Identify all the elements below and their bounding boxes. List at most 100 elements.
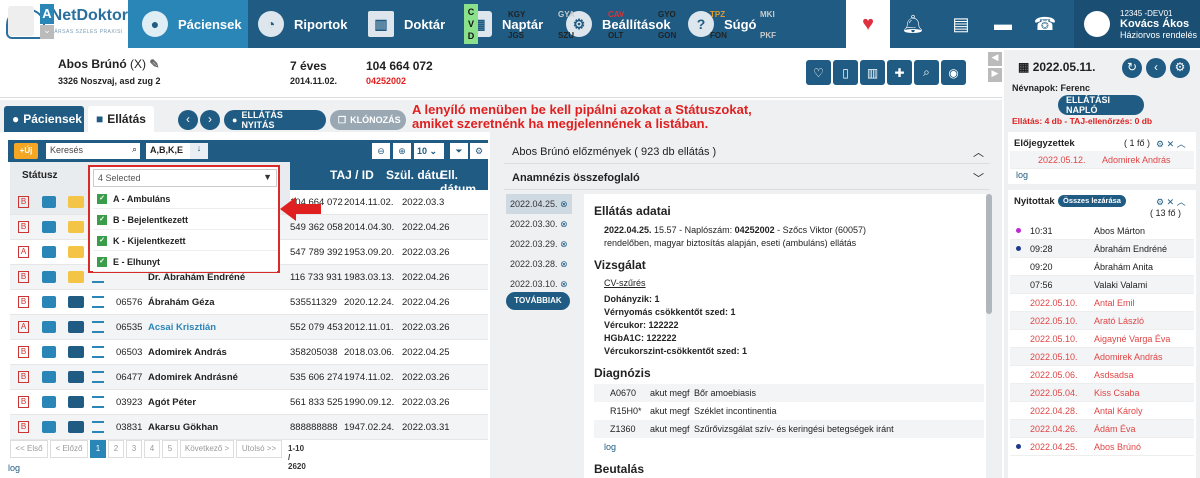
status-option[interactable]: ✓ E - Elhunyt: [93, 252, 277, 272]
folder-icon[interactable]: [68, 271, 84, 283]
print-icon[interactable]: [42, 421, 56, 433]
zoom-out-icon[interactable]: ⊖: [372, 143, 390, 159]
page-button[interactable]: 3: [126, 440, 142, 458]
table-row[interactable]: B 03923 Agót Péter 561 833 525 1990.09.12. 20…: [10, 390, 488, 415]
visit-patient[interactable]: Antal Károly: [1094, 406, 1143, 416]
table-row[interactable]: A 06535 Acsai Krisztián 552 079 453 2012.11.…: [10, 315, 488, 340]
user-menu[interactable]: 12345 -DEV01 Kovács Ákos Háziorvos rendelé…: [1074, 0, 1200, 48]
next-button[interactable]: ›: [200, 110, 220, 130]
heart-monitor-icon[interactable]: ♡: [806, 60, 831, 85]
print-icon[interactable]: [42, 296, 56, 308]
folder-icon[interactable]: [68, 296, 84, 308]
last-page-button[interactable]: Utolsó >>: [236, 440, 282, 458]
open-visit-row[interactable]: 2022.05.10. Arató László: [1010, 312, 1194, 330]
prev-page-button[interactable]: < Előző: [50, 440, 88, 458]
patient-name[interactable]: Akarsu Gökhan: [148, 422, 218, 433]
status-option[interactable]: ✓ K - Kijelentkezett: [93, 231, 277, 251]
document-icon[interactable]: ▯: [833, 60, 858, 85]
visit-patient[interactable]: Ábrahám Anita: [1094, 262, 1153, 272]
folder-icon[interactable]: [68, 421, 84, 433]
medical-icon[interactable]: ✚: [887, 60, 912, 85]
log-link[interactable]: log: [604, 442, 616, 452]
patient-name[interactable]: Ábrahám Géza: [148, 297, 215, 308]
list-icon[interactable]: [92, 371, 104, 383]
search-input[interactable]: Keresés ⌕: [46, 143, 140, 159]
open-visit-row[interactable]: 2022.04.26. Ádám Éva: [1010, 420, 1194, 438]
patient-name[interactable]: Dr. Ábrahám Endréné: [148, 272, 245, 283]
status-filter-field[interactable]: A,B,K,E ↓: [146, 143, 208, 159]
nav-patients[interactable]: ● Páciensek: [128, 0, 248, 48]
folder-icon[interactable]: [68, 321, 84, 333]
anamnesis-header[interactable]: Anamnézis összefoglaló ﹀: [504, 166, 990, 190]
care-date-item[interactable]: 2022.03.28. ⊗: [506, 254, 572, 274]
patient-name[interactable]: Acsai Krisztián: [148, 322, 216, 333]
visit-patient[interactable]: Ádám Éva: [1094, 424, 1136, 434]
bell-icon[interactable]: 🔔︎: [896, 0, 930, 48]
visit-patient[interactable]: Aigayné Varga Éva: [1094, 334, 1170, 344]
open-visit-row[interactable]: 2022.05.04. Kiss Csaba: [1010, 384, 1194, 402]
page-button[interactable]: 1: [90, 440, 106, 458]
gear-icon[interactable]: ⚙ ✕ ︿: [1156, 195, 1186, 208]
patient-name[interactable]: Agót Péter: [148, 397, 196, 408]
log-link[interactable]: log: [8, 463, 20, 473]
print-icon[interactable]: [42, 371, 56, 383]
visit-patient[interactable]: Arató László: [1094, 316, 1144, 326]
print-icon[interactable]: [42, 396, 56, 408]
chevron-down-icon[interactable]: ⌄: [40, 25, 54, 39]
nav-reports[interactable]: ◔ Riportok: [258, 0, 358, 48]
more-button[interactable]: TOVÁBBIAK: [506, 292, 570, 310]
open-visit-row[interactable]: 09:20 Ábrahám Anita: [1010, 258, 1194, 276]
patient-status-letter[interactable]: A: [40, 4, 54, 24]
list-icon[interactable]: [92, 421, 104, 433]
print-icon[interactable]: [42, 321, 56, 333]
print-icon[interactable]: [42, 246, 56, 258]
visit-patient[interactable]: Adomirek András: [1094, 352, 1163, 362]
cv-screening-link[interactable]: CV-szűrés: [604, 278, 646, 288]
open-visit-row[interactable]: 2022.05.10. Aigayné Varga Éva: [1010, 330, 1194, 348]
visit-patient[interactable]: Antal Emil: [1094, 298, 1135, 308]
folder-icon[interactable]: [68, 346, 84, 358]
books-icon[interactable]: ▥: [860, 60, 885, 85]
open-visit-row[interactable]: 09:28 Ábrahám Endréné: [1010, 240, 1194, 258]
print-icon[interactable]: [42, 346, 56, 358]
visit-patient[interactable]: Ábrahám Endréné: [1094, 244, 1167, 254]
prev-button[interactable]: ‹: [178, 110, 198, 130]
close-all-button[interactable]: Összes lezárása: [1058, 195, 1126, 207]
patient-name[interactable]: Abos Brúnó (X) ✎: [58, 57, 159, 71]
print-icon[interactable]: [42, 271, 56, 283]
column-header[interactable]: Szül. dátu: [386, 168, 443, 182]
patient-name[interactable]: Adomirek András: [148, 347, 227, 358]
table-row[interactable]: B 06477 Adomirek Andrásné 535 606 274 1974.1…: [10, 365, 488, 390]
care-date-item[interactable]: 2022.03.30. ⊗: [506, 214, 572, 234]
visit-patient[interactable]: Valaki Valami: [1094, 280, 1147, 290]
tab-care[interactable]: ■ Ellátás: [88, 106, 154, 132]
status-select[interactable]: 4 Selected ▼: [93, 169, 277, 187]
heart-pill-icon[interactable]: ♥: [846, 0, 890, 48]
open-visit-row[interactable]: 2022.05.10. Antal Emil: [1010, 294, 1194, 312]
open-visit-row[interactable]: 07:56 Valaki Valami: [1010, 276, 1194, 294]
list-icon[interactable]: [92, 321, 104, 333]
open-care-button[interactable]: ● ELLÁTÁS NYITÁS: [224, 110, 326, 130]
first-page-button[interactable]: << Első: [10, 440, 48, 458]
patient-name[interactable]: Adomirek Andrásné: [148, 372, 238, 383]
list-icon[interactable]: [92, 346, 104, 358]
zoom-in-icon[interactable]: ⊕: [393, 143, 411, 159]
care-date-item[interactable]: 2022.03.10. ⊗: [506, 274, 572, 294]
nav-documents[interactable]: ▥ Doktár: [368, 0, 464, 48]
open-visit-row[interactable]: 2022.05.06. Asdsadsa: [1010, 366, 1194, 384]
appointment-row[interactable]: 2022.05.12. Adomirek András: [1010, 151, 1194, 169]
arrow-left-icon[interactable]: ◀: [988, 52, 1002, 66]
care-date-item[interactable]: 2022.03.29. ⊗: [506, 234, 572, 254]
edit-user-icon[interactable]: ✎: [149, 57, 159, 71]
refresh-icon[interactable]: ↻: [1122, 58, 1142, 78]
folder-icon[interactable]: [68, 371, 84, 383]
visit-patient[interactable]: Abos Márton: [1094, 226, 1145, 236]
phone-info-icon[interactable]: ☎: [1028, 0, 1062, 48]
table-row[interactable]: B 06576 Ábrahám Géza 535511329 2020.12.24. 20…: [10, 290, 488, 315]
gear-icon[interactable]: ⚙: [470, 143, 488, 159]
table-row[interactable]: B 06503 Adomirek András 358205038 2018.03.06…: [10, 340, 488, 365]
visit-patient[interactable]: Asdsadsa: [1094, 370, 1134, 380]
care-date-item[interactable]: 2022.04.25. ⊗: [506, 194, 572, 214]
column-header[interactable]: TAJ / ID: [330, 168, 374, 182]
arrow-right-icon[interactable]: ▶: [988, 68, 1002, 82]
